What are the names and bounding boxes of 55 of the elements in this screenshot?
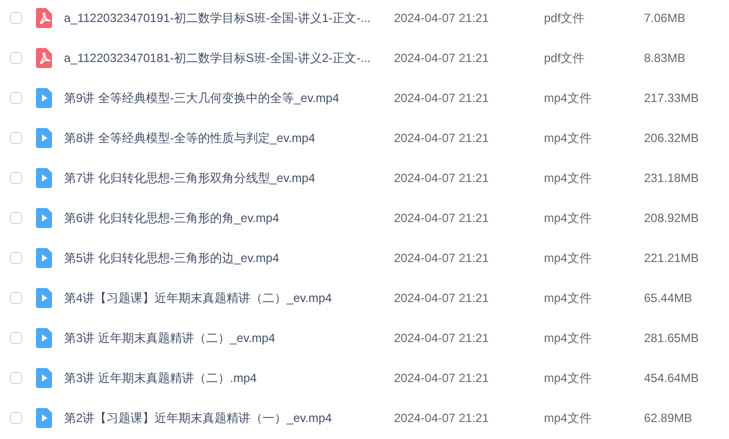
checkbox[interactable] [10, 52, 22, 64]
modified-time: 2024-04-07 21:21 [394, 291, 490, 305]
file-size: 7.06MB [644, 11, 686, 25]
file-name[interactable]: a_11220323470181-初二数学目标S班-全国-讲义2-正文-... [64, 50, 394, 66]
file-name[interactable]: 第2讲【习题课】近年期末真题精讲（一）_ev.mp4 [64, 410, 394, 426]
file-size: 221.21MB [644, 251, 699, 265]
checkbox[interactable] [10, 412, 22, 424]
file-type: mp4文件 [544, 370, 592, 386]
file-size: 208.92MB [644, 211, 699, 225]
modified-time: 2024-04-07 21:21 [394, 251, 490, 265]
file-name[interactable]: 第5讲 化归转化思想-三角形的边_ev.mp4 [64, 250, 394, 266]
file-type: mp4文件 [544, 170, 592, 186]
file-size: 281.65MB [644, 331, 699, 345]
checkbox[interactable] [10, 132, 22, 144]
file-name[interactable]: 第7讲 化归转化思想-三角形双角分线型_ev.mp4 [64, 170, 394, 186]
file-type: mp4文件 [544, 410, 592, 426]
modified-time: 2024-04-07 21:21 [394, 411, 490, 425]
file-type: mp4文件 [544, 130, 592, 146]
modified-time: 2024-04-07 21:21 [394, 171, 490, 185]
checkbox[interactable] [10, 12, 22, 24]
file-name[interactable]: a_11220323470191-初二数学目标S班-全国-讲义1-正文-... [64, 10, 394, 26]
file-size: 217.33MB [644, 91, 699, 105]
file-type: mp4文件 [544, 290, 592, 306]
checkbox[interactable] [10, 332, 22, 344]
modified-time: 2024-04-07 21:21 [394, 211, 490, 225]
checkbox[interactable] [10, 212, 22, 224]
file-name[interactable]: 第9讲 全等经典模型-三大几何变换中的全等_ev.mp4 [64, 90, 394, 106]
file-type: pdf文件 [544, 10, 586, 26]
file-size: 454.64MB [644, 371, 699, 385]
modified-time: 2024-04-07 21:21 [394, 91, 490, 105]
file-name[interactable]: 第6讲 化归转化思想-三角形的角_ev.mp4 [64, 210, 394, 226]
modified-time: 2024-04-07 21:21 [394, 11, 490, 25]
file-size: 206.32MB [644, 131, 699, 145]
checkbox[interactable] [10, 292, 22, 304]
file-size: 62.89MB [644, 411, 692, 425]
file-size: 8.83MB [644, 51, 686, 65]
modified-time: 2024-04-07 21:21 [394, 371, 490, 385]
modified-time: 2024-04-07 21:21 [394, 51, 490, 65]
file-type: mp4文件 [544, 210, 592, 226]
modified-time: 2024-04-07 21:21 [394, 131, 490, 145]
file-size: 65.44MB [644, 291, 692, 305]
checkbox[interactable] [10, 372, 22, 384]
file-type: pdf文件 [544, 50, 586, 66]
modified-time: 2024-04-07 21:21 [394, 331, 490, 345]
file-name[interactable]: 第8讲 全等经典模型-全等的性质与判定_ev.mp4 [64, 130, 394, 146]
file-name[interactable]: 第3讲 近年期末真题精讲（二）_ev.mp4 [64, 330, 394, 346]
file-name[interactable]: 第3讲 近年期末真题精讲（二）.mp4 [64, 370, 394, 386]
checkbox[interactable] [10, 92, 22, 104]
file-type: mp4文件 [544, 90, 592, 106]
checkbox[interactable] [10, 172, 22, 184]
file-name[interactable]: 第4讲【习题课】近年期末真题精讲（二）_ev.mp4 [64, 290, 394, 306]
file-type: mp4文件 [544, 330, 592, 346]
checkbox[interactable] [10, 252, 22, 264]
file-type: mp4文件 [544, 250, 592, 266]
file-size: 231.18MB [644, 171, 699, 185]
